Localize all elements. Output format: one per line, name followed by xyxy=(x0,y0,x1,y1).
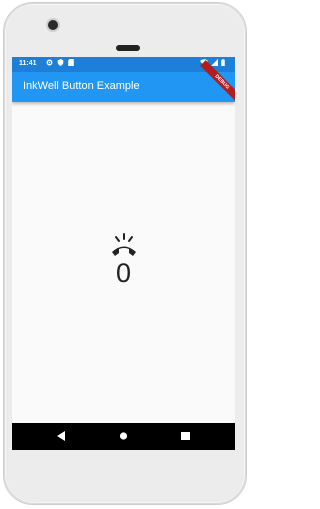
recents-icon[interactable] xyxy=(181,431,190,441)
inkwell-content: 0 xyxy=(12,232,235,288)
shield-icon xyxy=(57,59,64,66)
signal-icon xyxy=(211,59,218,66)
app-bar: InkWell Button Example DEBUG xyxy=(12,60,235,104)
ring-volume-icon[interactable] xyxy=(110,232,138,258)
sd-card-icon xyxy=(68,59,74,66)
tap-counter: 0 xyxy=(115,258,132,288)
status-icons-left xyxy=(46,59,74,66)
back-icon[interactable] xyxy=(57,431,66,441)
settings-icon xyxy=(46,59,53,66)
status-time: 11:41 xyxy=(19,60,37,67)
front-camera xyxy=(48,20,58,30)
home-icon[interactable] xyxy=(119,431,128,441)
earpiece-speaker xyxy=(116,45,140,51)
app-bar-title: InkWell Button Example xyxy=(23,80,140,92)
screen: 11:41 InkWell Button Example DEBUG 0 xyxy=(12,57,235,446)
android-nav-bar xyxy=(12,423,235,450)
battery-icon xyxy=(221,59,225,66)
